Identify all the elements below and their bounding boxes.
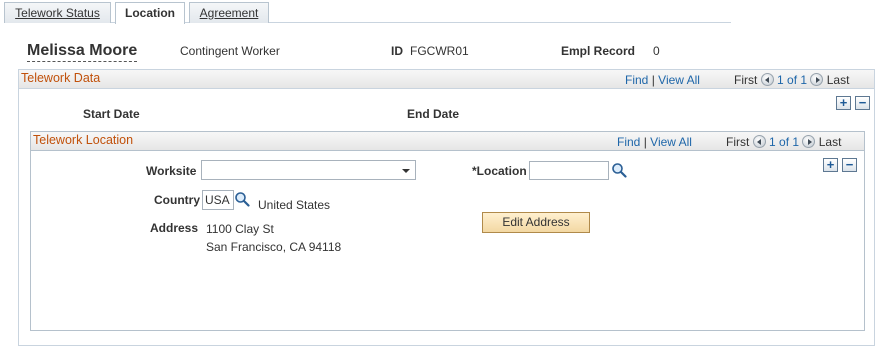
row-count: 1 of 1 bbox=[769, 135, 800, 149]
start-date-label: Start Date bbox=[83, 107, 140, 121]
telework-location-view-all-link[interactable]: View All bbox=[650, 135, 692, 149]
telework-data-title: Telework Data bbox=[21, 71, 101, 85]
location-input[interactable] bbox=[529, 161, 609, 180]
nav-separator: | bbox=[643, 135, 647, 149]
first-label: First bbox=[734, 73, 758, 87]
telework-data-pager: First 1 of 1 Last bbox=[734, 73, 849, 87]
country-description: United States bbox=[258, 198, 331, 212]
tab-location[interactable]: Location bbox=[115, 2, 185, 24]
telework-data-nav: Find | View All bbox=[625, 73, 700, 87]
empl-record-value: 0 bbox=[653, 44, 660, 58]
country-label: Country bbox=[154, 193, 200, 207]
telework-data-find-link[interactable]: Find bbox=[625, 73, 648, 87]
next-row-icon[interactable] bbox=[810, 73, 824, 86]
previous-row-icon[interactable] bbox=[752, 135, 766, 148]
last-label: Last bbox=[826, 73, 850, 87]
telework-location-find-link[interactable]: Find bbox=[617, 135, 640, 149]
telework-data-add-row-button[interactable]: + bbox=[836, 96, 851, 110]
telework-data-view-all-link[interactable]: View All bbox=[658, 73, 700, 87]
address-line-1: 1100 Clay St bbox=[206, 222, 274, 236]
location-label: *Location bbox=[472, 164, 527, 178]
edit-address-button[interactable]: Edit Address bbox=[482, 212, 590, 233]
telework-location-title: Telework Location bbox=[33, 133, 134, 147]
next-row-icon[interactable] bbox=[802, 135, 816, 148]
nav-separator: | bbox=[651, 73, 655, 87]
employee-name[interactable]: Melissa Moore bbox=[27, 41, 138, 62]
previous-row-icon[interactable] bbox=[760, 73, 774, 86]
telework-data-delete-row-button[interactable]: − bbox=[855, 96, 870, 110]
telework-location-nav: Find | View All bbox=[617, 135, 692, 149]
first-label: First bbox=[726, 135, 750, 149]
telework-location-delete-row-button[interactable]: − bbox=[842, 158, 857, 172]
telework-location-add-row-button[interactable]: + bbox=[823, 158, 838, 172]
empl-record-label: Empl Record bbox=[561, 44, 636, 58]
worksite-select[interactable] bbox=[201, 160, 416, 180]
row-count: 1 of 1 bbox=[777, 73, 808, 87]
tab-telework-status[interactable]: Telework Status bbox=[4, 2, 111, 23]
tab-agreement[interactable]: Agreement bbox=[189, 2, 269, 23]
telework-location-pager: First 1 of 1 Last bbox=[726, 135, 841, 149]
last-label: Last bbox=[818, 135, 842, 149]
tab-bar-divider bbox=[4, 22, 731, 23]
location-lookup-icon[interactable] bbox=[611, 162, 627, 178]
country-input[interactable]: USA bbox=[202, 190, 234, 210]
chevron-down-icon bbox=[402, 169, 410, 173]
employee-id-value: FGCWR01 bbox=[410, 44, 469, 58]
address-line-2: San Francisco, CA 94118 bbox=[206, 240, 342, 254]
address-label: Address bbox=[150, 221, 199, 235]
country-lookup-icon[interactable] bbox=[234, 191, 250, 207]
worksite-label: Worksite bbox=[146, 164, 197, 178]
end-date-label: End Date bbox=[407, 107, 460, 121]
employee-type: Contingent Worker bbox=[180, 44, 280, 58]
employee-id-label: ID bbox=[391, 44, 403, 58]
